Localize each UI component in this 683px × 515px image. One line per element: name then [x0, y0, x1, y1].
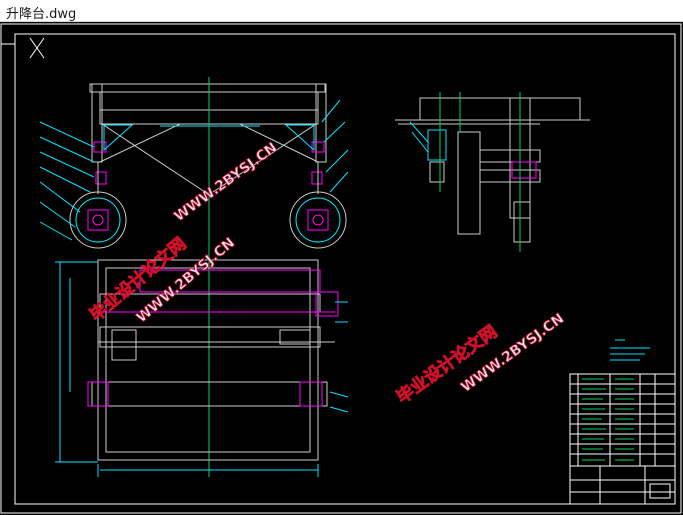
technical-notes [610, 339, 650, 361]
watermark-3: 毕业设计论文网 WWW.2BYSJ.CN [392, 310, 567, 408]
document-title: 升降台.dwg [6, 7, 77, 22]
cad-drawing: 毕业设计论文网 WWW.2BYSJ.CN WWW.2BYSJ.CN 毕业设计论文… [0, 23, 682, 514]
plan-view [55, 259, 349, 477]
watermark-2-url: WWW.2BYSJ.CN [171, 140, 280, 225]
watermark-2: WWW.2BYSJ.CN [171, 139, 281, 225]
ucs-cross-icon [29, 37, 45, 59]
side-view [395, 92, 590, 252]
drawing-border [0, 23, 682, 514]
cad-drawing-canvas[interactable]: 毕业设计论文网 WWW.2BYSJ.CN WWW.2BYSJ.CN 毕业设计论文… [0, 22, 683, 515]
window-titlebar: 升降台.dwg [0, 0, 683, 22]
title-block [569, 373, 676, 505]
